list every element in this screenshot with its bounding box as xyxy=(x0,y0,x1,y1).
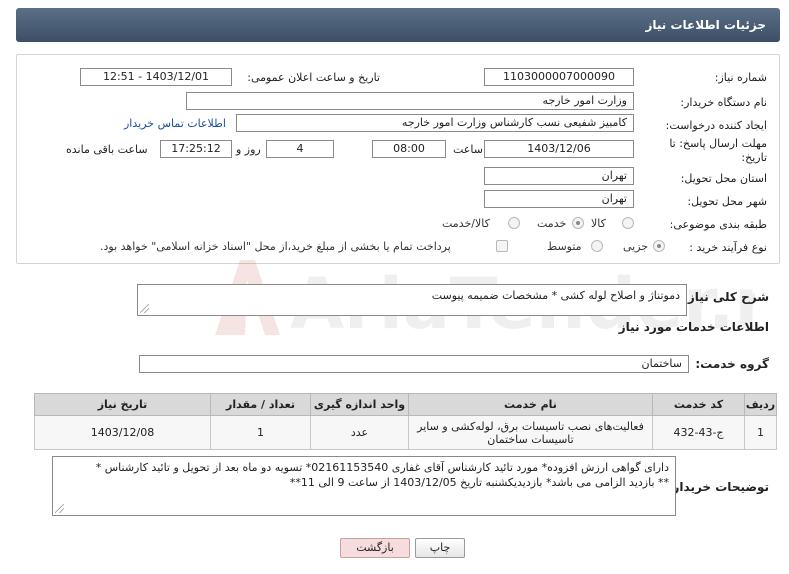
category-goods-radio[interactable] xyxy=(622,217,634,229)
remaining-days-label: روز و xyxy=(236,143,261,156)
service-group-field[interactable]: ساختمان xyxy=(139,355,689,373)
table-header-row: ردیف کد خدمت نام خدمت واحد اندازه گیری ت… xyxy=(34,393,777,416)
requester-label: ایجاد کننده درخواست: xyxy=(665,119,767,132)
cell-service-code: ج-43-432 xyxy=(652,415,745,450)
cell-quantity: 1 xyxy=(210,415,311,450)
remaining-time-label: ساعت باقی مانده xyxy=(66,143,148,156)
service-group-label: گروه خدمت: xyxy=(695,357,769,371)
summary-text: دموتناژ و اصلاح لوله کشی * مشخصات ضمیمه … xyxy=(431,289,680,302)
buyer-org-field[interactable]: وزارت امور خارجه xyxy=(186,92,634,110)
col-quantity: تعداد / مقدار xyxy=(210,393,311,416)
remaining-days-field[interactable]: 4 xyxy=(266,140,334,158)
deadline-time-label: ساعت xyxy=(453,143,483,156)
cell-service-name: فعالیت‌های نصب تاسیسات برق، لوله‌کشی و س… xyxy=(408,415,653,450)
category-goods-label: کالا xyxy=(591,217,606,230)
table-row: 1 ج-43-432 فعالیت‌های نصب تاسیسات برق، ل… xyxy=(34,415,777,450)
province-label: استان محل تحویل: xyxy=(680,172,767,185)
buyer-notes-line-2: ** بازدید الزامی می باشد* بازدیدیکشنبه ت… xyxy=(289,476,669,489)
col-row: ردیف xyxy=(744,393,777,416)
deadline-time-field[interactable]: 08:00 xyxy=(372,140,446,158)
process-medium-label: متوسط xyxy=(547,240,582,253)
category-goods-service-radio[interactable] xyxy=(508,217,520,229)
page-header: جزئیات اطلاعات نیاز xyxy=(16,8,780,42)
remaining-time-field[interactable]: 17:25:12 xyxy=(160,140,232,158)
buyer-notes-line-1: دارای گواهی ارزش افزوده* مورد تائید کارش… xyxy=(95,461,669,474)
treasury-checkbox[interactable] xyxy=(496,240,508,252)
buyer-notes-label: توضیحات خریدار: xyxy=(667,480,769,494)
process-medium-radio[interactable] xyxy=(591,240,603,252)
print-button[interactable]: چاپ xyxy=(415,538,465,558)
summary-label: شرح کلی نیاز: xyxy=(683,290,769,304)
resize-grip-icon[interactable] xyxy=(55,504,64,513)
col-need-date: تاریخ نیاز xyxy=(34,393,211,416)
cell-row: 1 xyxy=(744,415,777,450)
buyer-notes-textarea[interactable]: دارای گواهی ارزش افزوده* مورد تائید کارش… xyxy=(52,456,676,516)
buyer-contact-link[interactable]: اطلاعات تماس خریدار xyxy=(124,117,226,130)
summary-textarea[interactable]: دموتناژ و اصلاح لوله کشی * مشخصات ضمیمه … xyxy=(137,284,687,316)
treasury-note: پرداخت تمام یا بخشی از مبلغ خرید،از محل … xyxy=(100,240,451,253)
process-minor-label: جزیی xyxy=(623,240,649,253)
back-button[interactable]: بازگشت xyxy=(340,538,410,558)
cell-need-date: 1403/12/08 xyxy=(34,415,211,450)
services-table: ردیف کد خدمت نام خدمت واحد اندازه گیری ت… xyxy=(34,393,777,450)
announce-date-label: تاریخ و ساعت اعلان عمومی: xyxy=(247,71,380,84)
province-field[interactable]: تهران xyxy=(484,167,634,185)
cell-unit: عدد xyxy=(310,415,409,450)
category-service-radio[interactable] xyxy=(572,217,584,229)
category-label: طبقه بندی موضوعی: xyxy=(669,218,767,231)
need-number-label: شماره نیاز: xyxy=(714,71,767,84)
category-goods-service-label: کالا/خدمت xyxy=(442,217,490,230)
category-service-label: خدمت xyxy=(537,217,567,230)
col-service-name: نام خدمت xyxy=(408,393,653,416)
col-service-code: کد خدمت xyxy=(652,393,745,416)
resize-grip-icon[interactable] xyxy=(140,304,149,313)
col-unit: واحد اندازه گیری xyxy=(310,393,409,416)
process-minor-radio[interactable] xyxy=(653,240,665,252)
process-type-label: نوع فرآیند خرید : xyxy=(689,241,767,254)
need-number-field[interactable]: 1103000007000090 xyxy=(484,68,634,86)
deadline-date-field[interactable]: 1403/12/06 xyxy=(484,140,634,158)
deadline-label: مهلت ارسال پاسخ: تا xyxy=(669,137,767,150)
page-title: جزئیات اطلاعات نیاز xyxy=(645,18,766,32)
deadline-label-date: تاریخ: xyxy=(741,151,767,164)
announce-date-field[interactable]: 1403/12/01 - 12:51 xyxy=(80,68,232,86)
requester-field[interactable]: کامبیز شفیعی نسب کارشناس وزارت امور خارج… xyxy=(236,114,634,132)
services-section-title: اطلاعات خدمات مورد نیاز xyxy=(618,320,769,334)
buyer-org-label: نام دستگاه خریدار: xyxy=(680,96,767,109)
city-label: شهر محل تحویل: xyxy=(687,195,767,208)
city-field[interactable]: تهران xyxy=(484,190,634,208)
